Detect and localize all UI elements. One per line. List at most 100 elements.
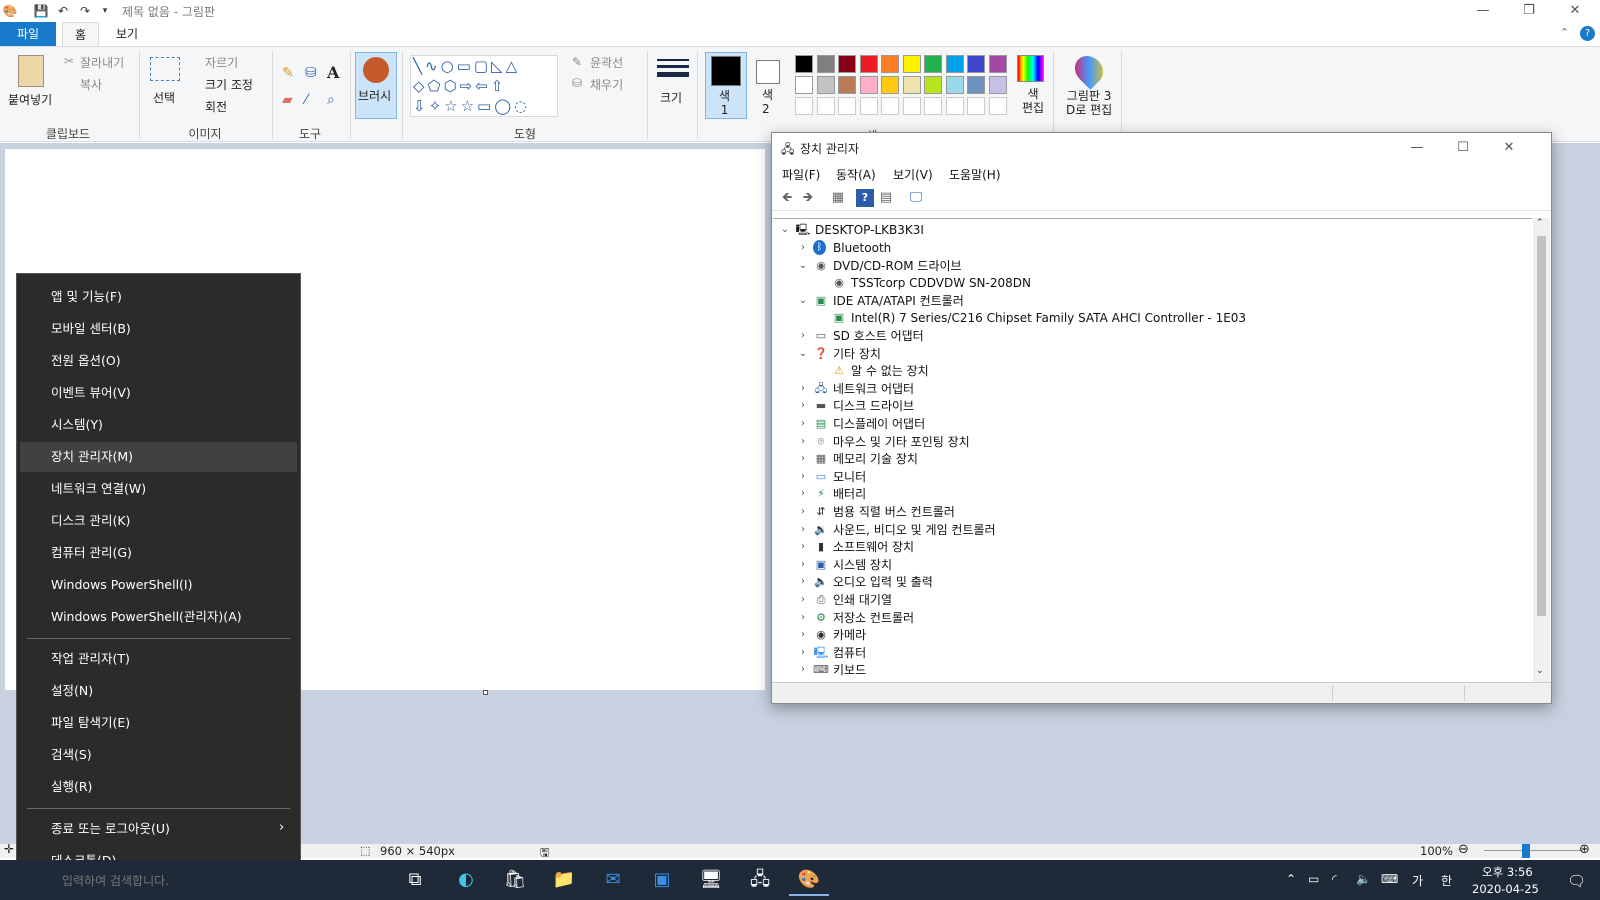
chevron-down-icon[interactable]: ⌄ bbox=[797, 257, 809, 275]
select-button[interactable]: 선택 bbox=[153, 89, 175, 106]
chevron-right-icon[interactable]: › bbox=[797, 327, 809, 345]
task-view-icon[interactable]: ⧉ bbox=[395, 864, 435, 896]
chevron-down-icon[interactable]: ⌄ bbox=[797, 292, 809, 310]
edge-browser-icon[interactable]: ◐ bbox=[446, 864, 486, 896]
menu-view[interactable]: 보기(V) bbox=[893, 166, 933, 183]
palette-custom-swatch[interactable] bbox=[988, 97, 1007, 115]
palette-swatch[interactable] bbox=[838, 76, 856, 94]
paint-minimize-button[interactable]: — bbox=[1460, 0, 1506, 22]
volume-tray-icon[interactable]: 🔈 bbox=[1356, 872, 1371, 886]
palette-swatch[interactable] bbox=[988, 76, 1007, 94]
fill-bucket-icon[interactable]: ⛁ bbox=[305, 65, 317, 81]
back-icon[interactable]: 🡸 bbox=[778, 189, 796, 207]
tab-home[interactable]: 홈 bbox=[62, 22, 100, 46]
scroll-up-icon[interactable]: ⌃ bbox=[1536, 218, 1544, 228]
palette-custom-swatch[interactable] bbox=[795, 97, 813, 115]
clock-date[interactable]: 2020-04-25 bbox=[1472, 882, 1539, 896]
chevron-right-icon[interactable]: › bbox=[797, 521, 809, 539]
menu-item-windows-powershell[interactable]: Windows PowerShell(I) bbox=[17, 570, 300, 600]
select-icon[interactable] bbox=[150, 57, 180, 81]
show-hidden-icons-icon[interactable]: ⌃ bbox=[1286, 872, 1296, 886]
palette-custom-swatch[interactable] bbox=[924, 97, 942, 115]
menu-item-전원-옵션[interactable]: 전원 옵션(O) bbox=[17, 346, 300, 376]
wifi-tray-icon[interactable]: ◜ bbox=[1332, 872, 1337, 886]
menu-item-이벤트-뷰어[interactable]: 이벤트 뷰어(V) bbox=[17, 378, 300, 408]
chevron-right-icon[interactable]: › bbox=[797, 661, 809, 679]
chevron-right-icon[interactable]: › bbox=[797, 644, 809, 662]
palette-swatch[interactable] bbox=[945, 76, 964, 94]
menu-item-디스크-관리[interactable]: 디스크 관리(K) bbox=[17, 506, 300, 536]
canvas-resize-handle[interactable] bbox=[483, 690, 488, 695]
menu-item-컴퓨터-관리[interactable]: 컴퓨터 관리(G) bbox=[17, 538, 300, 568]
menu-item-파일-탐색기[interactable]: 파일 탐색기(E) bbox=[17, 708, 300, 738]
palette-swatch[interactable] bbox=[924, 76, 942, 94]
help-icon[interactable]: ? bbox=[1580, 26, 1595, 41]
chevron-right-icon[interactable]: › bbox=[797, 239, 809, 257]
menu-item-실행[interactable]: 실행(R) bbox=[17, 772, 300, 802]
chevron-right-icon[interactable]: › bbox=[797, 591, 809, 609]
resize-button[interactable]: 크기 조정 bbox=[205, 76, 253, 93]
menu-item-작업-관리자[interactable]: 작업 관리자(T) bbox=[17, 644, 300, 674]
quick-access-dropdown-icon[interactable]: ▾ bbox=[97, 3, 113, 19]
menu-item-windows-powershell[interactable]: Windows PowerShell(관리자)(A) bbox=[17, 602, 300, 632]
paint-taskbar-icon[interactable]: 🎨 bbox=[789, 864, 829, 896]
color1-button[interactable]: 색 1 bbox=[705, 52, 747, 119]
battery-tray-icon[interactable]: ▭ bbox=[1308, 872, 1319, 886]
network-taskbar-icon[interactable]: 🖧 bbox=[740, 864, 780, 896]
palette-custom-swatch[interactable] bbox=[945, 97, 964, 115]
palette-swatch[interactable] bbox=[924, 55, 942, 73]
palette-custom-swatch[interactable] bbox=[838, 97, 856, 115]
undo-icon[interactable]: ↶ bbox=[55, 3, 71, 19]
paint-maximize-button[interactable]: ❐ bbox=[1506, 0, 1552, 22]
paste-icon[interactable] bbox=[18, 55, 44, 87]
palette-custom-swatch[interactable] bbox=[816, 97, 835, 115]
palette-swatch[interactable] bbox=[816, 76, 835, 94]
edit-colors-button[interactable]: 색 편집 bbox=[1022, 87, 1044, 115]
chevron-right-icon[interactable]: › bbox=[797, 468, 809, 486]
chevron-right-icon[interactable]: › bbox=[797, 415, 809, 433]
dm-minimize-button[interactable]: — bbox=[1394, 137, 1440, 159]
palette-swatch[interactable] bbox=[859, 55, 878, 73]
action-center-icon[interactable]: 🗨 bbox=[1567, 872, 1586, 890]
palette-swatch[interactable] bbox=[795, 76, 813, 94]
palette-swatch[interactable] bbox=[881, 76, 899, 94]
palette-swatch[interactable] bbox=[945, 55, 964, 73]
size-lines-icon[interactable] bbox=[657, 59, 689, 81]
magnifier-icon[interactable]: ⌕ bbox=[327, 92, 335, 108]
color-picker-icon[interactable]: ⁄ bbox=[305, 92, 307, 108]
cut-button[interactable]: 잘라내기 bbox=[80, 54, 124, 71]
ime-mode-indicator[interactable]: 가 bbox=[1412, 872, 1423, 889]
tab-file[interactable]: 파일 bbox=[0, 22, 56, 46]
paint3d-icon[interactable] bbox=[1069, 50, 1109, 90]
palette-swatch[interactable] bbox=[902, 76, 921, 94]
palette-swatch[interactable] bbox=[816, 55, 835, 73]
rotate-button[interactable]: 회전 bbox=[205, 98, 227, 115]
palette-swatch[interactable] bbox=[859, 76, 878, 94]
palette-swatch[interactable] bbox=[967, 76, 985, 94]
palette-swatch[interactable] bbox=[902, 55, 921, 73]
crop-button[interactable]: 자르기 bbox=[205, 54, 238, 71]
outline-button[interactable]: 윤곽선 bbox=[590, 54, 623, 71]
fill-button[interactable]: 채우기 bbox=[590, 76, 623, 93]
menu-item-shutdown[interactable]: 종료 또는 로그아웃(U) bbox=[17, 814, 300, 844]
eraser-icon[interactable]: ▰ bbox=[282, 92, 293, 108]
shapes-gallery[interactable]: ╲∿○▭▢◺△ ◇⬠⬡⇨⇦⇧ ⇩✧☆☆▭◯◌ bbox=[410, 55, 558, 117]
scroll-down-icon[interactable]: ⌄ bbox=[1536, 666, 1544, 676]
size-button[interactable]: 크기 bbox=[660, 89, 682, 106]
palette-swatch[interactable] bbox=[967, 55, 985, 73]
chevron-right-icon[interactable]: › bbox=[797, 573, 809, 591]
file-explorer-icon[interactable]: 📁 bbox=[544, 864, 584, 896]
palette-custom-swatch[interactable] bbox=[902, 97, 921, 115]
menu-item-시스템[interactable]: 시스템(Y) bbox=[17, 410, 300, 440]
device-properties-icon[interactable]: ▤ bbox=[877, 189, 895, 207]
chevron-right-icon[interactable]: › bbox=[797, 556, 809, 574]
palette-custom-swatch[interactable] bbox=[967, 97, 985, 115]
control-panel-icon[interactable]: ▣ bbox=[642, 864, 682, 896]
keyboard-tray-icon[interactable]: ⌨ bbox=[1381, 872, 1398, 886]
menu-file[interactable]: 파일(F) bbox=[782, 166, 820, 183]
mail-icon[interactable]: ✉ bbox=[593, 864, 633, 896]
zoom-slider[interactable] bbox=[1484, 850, 1582, 851]
chevron-right-icon[interactable]: › bbox=[797, 380, 809, 398]
zoom-slider-thumb[interactable] bbox=[1522, 844, 1530, 858]
store-icon[interactable]: 🛍 bbox=[495, 864, 535, 896]
